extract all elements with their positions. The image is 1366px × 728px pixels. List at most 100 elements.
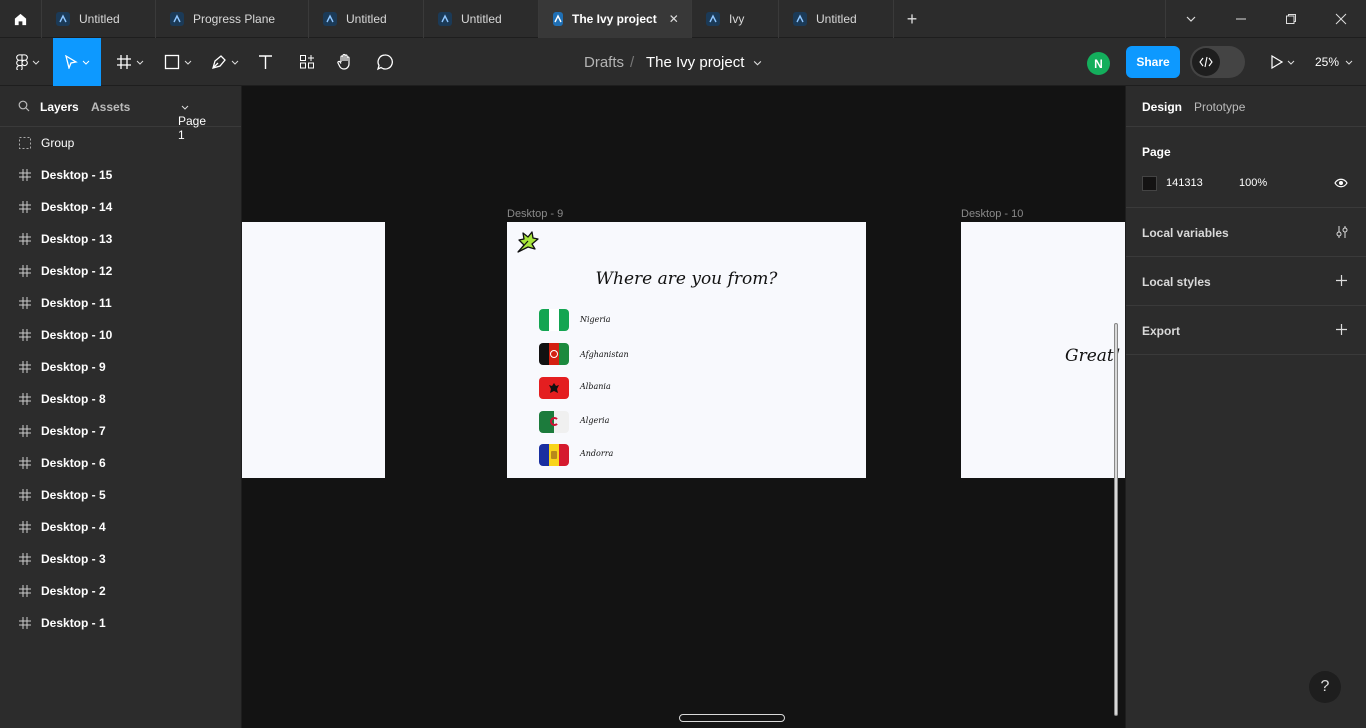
layer-row[interactable]: Desktop - 2 xyxy=(0,575,241,607)
tab-menu-button[interactable] xyxy=(1166,0,1216,38)
properties-panel: Design Prototype Page 141313 100% Local … xyxy=(1125,86,1366,728)
tab-untitled-4[interactable]: Untitled xyxy=(779,0,894,38)
layer-row[interactable]: Group xyxy=(0,127,241,159)
layer-row[interactable]: Desktop - 1 xyxy=(0,607,241,639)
pen-tool[interactable] xyxy=(205,38,245,86)
frame-hash-icon xyxy=(19,457,31,469)
layer-row[interactable]: Desktop - 8 xyxy=(0,383,241,415)
dev-mode-toggle[interactable] xyxy=(1190,46,1245,78)
figma-file-icon xyxy=(438,12,452,26)
page-opacity[interactable]: 100% xyxy=(1239,177,1267,189)
text-tool[interactable] xyxy=(252,38,278,86)
toolbar: Drafts / The Ivy project N Share 25% xyxy=(0,38,1366,86)
tab-prototype[interactable]: Prototype xyxy=(1194,100,1245,114)
frame-hash-icon xyxy=(19,585,31,597)
tab-the-ivy-project[interactable]: The Ivy project ✕ xyxy=(539,0,692,38)
andorra-flag-icon xyxy=(539,444,569,466)
plus-icon[interactable] xyxy=(1335,274,1348,287)
layer-name: Desktop - 12 xyxy=(41,264,113,278)
sliders-icon[interactable] xyxy=(1335,225,1349,239)
page-selector[interactable]: Page 1 xyxy=(178,100,206,142)
layer-name: Desktop - 4 xyxy=(41,520,106,534)
local-styles-section[interactable]: Local styles xyxy=(1126,257,1366,306)
local-variables-section[interactable]: Local variables xyxy=(1126,208,1366,257)
eye-icon[interactable] xyxy=(1334,177,1348,189)
tab-untitled-3[interactable]: Untitled xyxy=(424,0,539,38)
frame-tool[interactable] xyxy=(110,38,150,86)
layer-row[interactable]: Desktop - 14 xyxy=(0,191,241,223)
layer-row[interactable]: Desktop - 6 xyxy=(0,447,241,479)
layer-row[interactable]: Desktop - 7 xyxy=(0,415,241,447)
frame-hash-icon xyxy=(19,393,31,405)
hand-tool[interactable] xyxy=(332,38,358,86)
frame-hash-icon xyxy=(19,425,31,437)
frame-hash-icon xyxy=(19,617,31,629)
frame-partial-left[interactable] xyxy=(242,222,385,478)
zoom-menu[interactable]: 25% xyxy=(1315,38,1353,86)
page-color-hex[interactable]: 141313 xyxy=(1166,177,1203,189)
layer-name: Desktop - 1 xyxy=(41,616,106,630)
frame-label-desktop-9[interactable]: Desktop - 9 xyxy=(507,208,563,220)
layer-row[interactable]: Desktop - 3 xyxy=(0,543,241,575)
rectangle-icon xyxy=(164,54,180,70)
comment-tool[interactable] xyxy=(372,38,398,86)
project-title[interactable]: The Ivy project xyxy=(646,38,762,86)
tab-assets[interactable]: Assets xyxy=(91,100,130,114)
shape-tool[interactable] xyxy=(158,38,198,86)
new-tab-button[interactable]: + xyxy=(894,0,930,38)
tab-progress-plane[interactable]: Progress Plane xyxy=(156,0,309,38)
layer-row[interactable]: Desktop - 12 xyxy=(0,255,241,287)
frame-desktop-9[interactable]: Where are you from? Nigeria Afghanistan … xyxy=(507,222,866,478)
minimize-button[interactable] xyxy=(1216,0,1266,38)
layer-row[interactable]: Desktop - 15 xyxy=(0,159,241,191)
breadcrumb-drafts[interactable]: Drafts xyxy=(584,38,624,86)
horizontal-scrollbar[interactable] xyxy=(679,714,785,722)
page-color-swatch[interactable] xyxy=(1142,176,1157,191)
layer-name: Desktop - 2 xyxy=(41,584,106,598)
layer-row[interactable]: Desktop - 9 xyxy=(0,351,241,383)
frame-label-desktop-10[interactable]: Desktop - 10 xyxy=(961,208,1023,220)
present-button[interactable] xyxy=(1262,38,1302,86)
figma-file-icon xyxy=(793,12,807,26)
tab-untitled-2[interactable]: Untitled xyxy=(309,0,424,38)
layer-name: Desktop - 11 xyxy=(41,296,112,310)
main-menu-button[interactable] xyxy=(8,38,48,86)
layer-row[interactable]: Desktop - 13 xyxy=(0,223,241,255)
layer-name: Desktop - 13 xyxy=(41,232,113,246)
close-icon xyxy=(1335,13,1347,25)
local-styles-title: Local styles xyxy=(1142,275,1211,289)
close-tab-icon[interactable]: ✕ xyxy=(669,12,679,26)
search-icon[interactable] xyxy=(18,100,30,112)
resources-tool[interactable] xyxy=(294,38,320,86)
algeria-flag-icon xyxy=(539,411,569,433)
frame-hash-icon xyxy=(19,361,31,373)
move-tool[interactable] xyxy=(53,38,101,86)
design-canvas[interactable]: Desktop - 9 Where are you from? Nigeria … xyxy=(242,86,1125,728)
layer-row[interactable]: Desktop - 10 xyxy=(0,319,241,351)
tab-layers[interactable]: Layers xyxy=(40,100,79,114)
tab-untitled-1[interactable]: Untitled xyxy=(42,0,156,38)
plus-icon[interactable] xyxy=(1335,323,1348,336)
layer-row[interactable]: Desktop - 4 xyxy=(0,511,241,543)
export-section[interactable]: Export xyxy=(1126,306,1366,355)
layer-row[interactable]: Desktop - 11 xyxy=(0,287,241,319)
tab-design[interactable]: Design xyxy=(1142,100,1182,114)
country-label: Algeria xyxy=(580,416,610,425)
nigeria-flag-icon xyxy=(539,309,569,331)
vertical-scrollbar[interactable] xyxy=(1114,323,1118,716)
restore-button[interactable] xyxy=(1266,0,1316,38)
window-controls xyxy=(1165,0,1366,38)
country-label: Albania xyxy=(580,382,611,391)
layer-row[interactable]: Desktop - 5 xyxy=(0,479,241,511)
avatar[interactable]: N xyxy=(1087,52,1110,75)
tab-ivy[interactable]: Ivy xyxy=(692,0,779,38)
frame-desktop-10[interactable]: Great! We xyxy=(961,222,1125,478)
help-button[interactable]: ? xyxy=(1309,671,1341,703)
figma-file-icon xyxy=(553,12,563,26)
close-window-button[interactable] xyxy=(1316,0,1366,38)
albania-flag-icon xyxy=(539,377,569,399)
home-button[interactable] xyxy=(0,0,42,38)
zoom-level: 25% xyxy=(1315,55,1340,69)
frame-hash-icon xyxy=(19,233,31,245)
share-button[interactable]: Share xyxy=(1126,46,1180,78)
